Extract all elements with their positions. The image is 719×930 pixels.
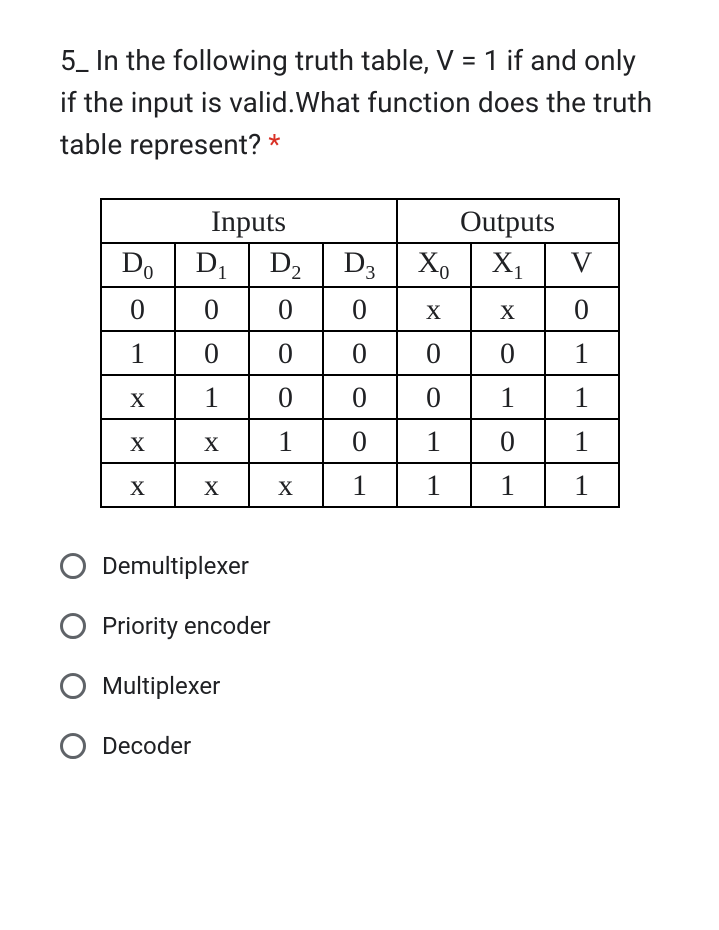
cell: 1	[323, 463, 397, 507]
column-header-row: D0 D1 D2 D3 X0 X1 V	[101, 243, 619, 287]
option-label: Priority encoder	[102, 612, 271, 640]
truth-table-container: Inputs Outputs D0 D1 D2 D3 X0 X1 V 0 0 0…	[60, 198, 659, 508]
group-header-outputs: Outputs	[397, 199, 619, 243]
option-decoder[interactable]: Decoder	[60, 716, 659, 776]
cell: x	[101, 375, 175, 419]
col-v: V	[545, 243, 619, 287]
cell: 0	[323, 419, 397, 463]
cell: 1	[249, 419, 323, 463]
cell: 0	[471, 419, 545, 463]
cell: x	[249, 463, 323, 507]
cell: 1	[545, 331, 619, 375]
required-asterisk: *	[268, 128, 280, 161]
cell: 0	[249, 375, 323, 419]
radio-icon	[60, 733, 86, 759]
cell: 1	[545, 463, 619, 507]
cell: 1	[397, 419, 471, 463]
table-row: 1 0 0 0 0 0 1	[101, 331, 619, 375]
cell: x	[175, 463, 249, 507]
question-text: 5_ In the following truth table, V = 1 i…	[60, 40, 659, 166]
cell: x	[471, 287, 545, 331]
cell: 0	[471, 331, 545, 375]
option-demultiplexer[interactable]: Demultiplexer	[60, 536, 659, 596]
option-label: Demultiplexer	[102, 552, 249, 580]
cell: 1	[545, 419, 619, 463]
col-d1: D1	[175, 243, 249, 287]
cell: x	[175, 419, 249, 463]
table-row: 0 0 0 0 x x 0	[101, 287, 619, 331]
table-row: x x 1 0 1 0 1	[101, 419, 619, 463]
col-x0: X0	[397, 243, 471, 287]
cell: 0	[175, 287, 249, 331]
col-x1: X1	[471, 243, 545, 287]
cell: 1	[545, 375, 619, 419]
cell: 0	[397, 375, 471, 419]
cell: 0	[323, 375, 397, 419]
cell: 0	[323, 287, 397, 331]
cell: x	[397, 287, 471, 331]
cell: 1	[471, 463, 545, 507]
col-d0: D0	[101, 243, 175, 287]
cell: 0	[175, 331, 249, 375]
group-header-row: Inputs Outputs	[101, 199, 619, 243]
options-list: Demultiplexer Priority encoder Multiplex…	[60, 536, 659, 776]
table-row: x 1 0 0 0 1 1	[101, 375, 619, 419]
cell: 1	[101, 331, 175, 375]
cell: 0	[397, 331, 471, 375]
option-label: Decoder	[102, 732, 191, 760]
cell: 1	[471, 375, 545, 419]
option-priority-encoder[interactable]: Priority encoder	[60, 596, 659, 656]
option-label: Multiplexer	[102, 672, 220, 700]
cell: x	[101, 463, 175, 507]
cell: 0	[249, 331, 323, 375]
cell: 0	[101, 287, 175, 331]
option-multiplexer[interactable]: Multiplexer	[60, 656, 659, 716]
cell: 1	[175, 375, 249, 419]
col-d3: D3	[323, 243, 397, 287]
cell: x	[101, 419, 175, 463]
cell: 1	[397, 463, 471, 507]
cell: 0	[249, 287, 323, 331]
radio-icon	[60, 613, 86, 639]
table-row: x x x 1 1 1 1	[101, 463, 619, 507]
radio-icon	[60, 673, 86, 699]
cell: 0	[323, 331, 397, 375]
col-d2: D2	[249, 243, 323, 287]
cell: 0	[545, 287, 619, 331]
radio-icon	[60, 553, 86, 579]
truth-table: Inputs Outputs D0 D1 D2 D3 X0 X1 V 0 0 0…	[100, 198, 620, 508]
question-body: 5_ In the following truth table, V = 1 i…	[60, 44, 652, 161]
group-header-inputs: Inputs	[101, 199, 397, 243]
